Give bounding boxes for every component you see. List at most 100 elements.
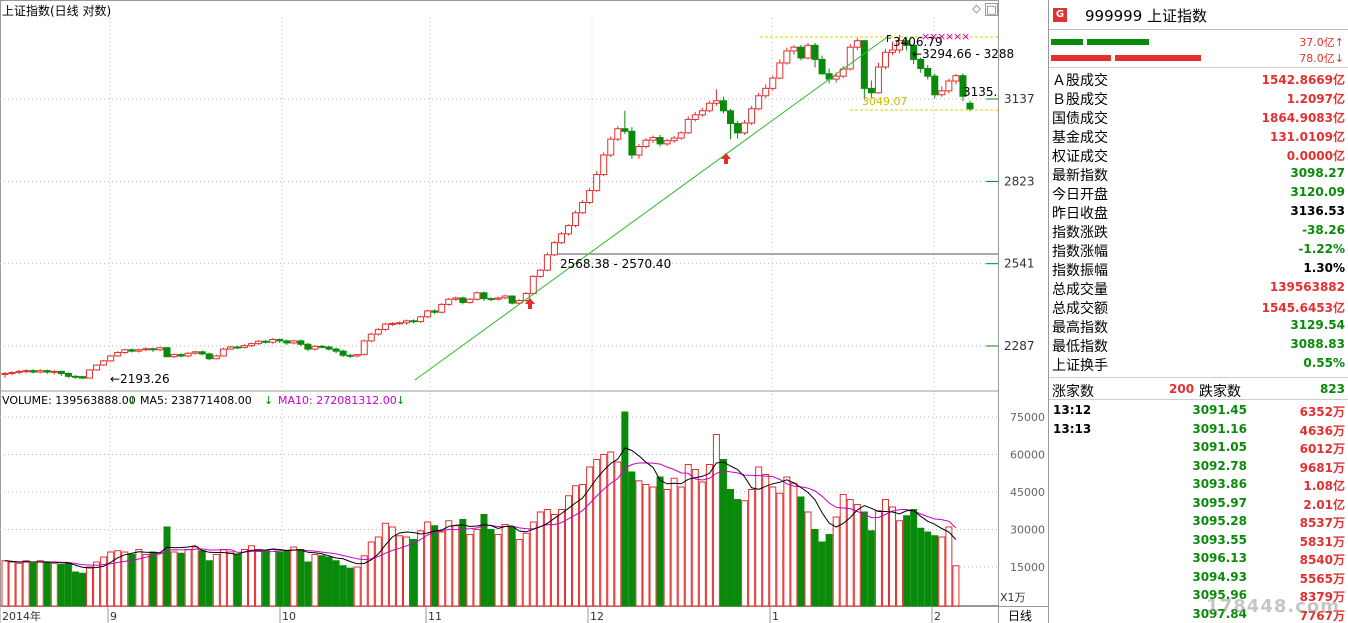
stat-row: 总成交量 139563882 (1049, 278, 1348, 298)
volume-bar (663, 489, 671, 607)
tick-price: 3091.05 (1192, 440, 1247, 454)
volume-bar (501, 524, 509, 607)
tick-row[interactable]: 3096.13 8540万 (1049, 549, 1348, 567)
volume-bar (128, 554, 136, 607)
tick-row[interactable]: 3094.93 5565万 (1049, 568, 1348, 586)
volume-bar (635, 480, 643, 607)
volume-legend-arrow: ↓ (128, 394, 137, 407)
volume-bar (191, 546, 199, 607)
last-annotation: 3135. (963, 85, 997, 99)
tick-row[interactable]: 13:13 3091.16 4636万 (1049, 420, 1348, 438)
volume-bar (402, 536, 410, 607)
volume-bar (818, 541, 826, 607)
price-axis-label: 2541 (1004, 257, 1035, 271)
candle-body (360, 340, 368, 356)
candle-body (191, 351, 199, 354)
maximize-icon[interactable]: □ (985, 3, 998, 16)
period-label: 日线 (1008, 609, 1032, 623)
kline-chart-area[interactable]: 3137 2823 2541 2287 75000 60000 45000 30000 1500… (0, 0, 1048, 623)
volume-bar (381, 522, 389, 607)
stat-value: 131.0109亿 (1269, 130, 1345, 144)
volume-axis-label: 75000 (1010, 411, 1045, 424)
stat-value: 1.2097亿 (1286, 92, 1345, 106)
tick-row[interactable]: 13:12 3091.45 6352万 (1049, 401, 1348, 419)
index-title: 999999 上证指数 (1085, 5, 1207, 26)
tick-volume: 1.08亿 (1303, 479, 1345, 493)
candle-body (205, 353, 213, 360)
volume-bar (156, 552, 164, 607)
volume-bar (579, 484, 587, 607)
volume-bar (459, 519, 467, 607)
candle-body (43, 370, 51, 373)
candle-body (473, 292, 481, 300)
price-axis-label: 2823 (1004, 174, 1035, 188)
candle-body (656, 137, 664, 145)
date-label: 10 (282, 610, 296, 623)
volume-bar (64, 562, 72, 607)
volume-axis-label: 15000 (1010, 561, 1045, 574)
candle-body (22, 370, 30, 373)
candle-body (8, 371, 16, 374)
candle-body (579, 201, 587, 214)
volume-bar (339, 565, 347, 607)
volume-bar (889, 506, 897, 607)
candle-body (128, 349, 136, 352)
volume-bar (741, 500, 749, 607)
candle-body (663, 140, 671, 145)
candle-body (135, 349, 143, 352)
stat-row: 最低指数 3088.83 (1049, 335, 1348, 355)
tick-row[interactable]: 3095.97 2.01亿 (1049, 494, 1348, 512)
tick-row[interactable]: 3093.86 1.08亿 (1049, 475, 1348, 493)
tick-row[interactable]: 3091.05 6012万 (1049, 438, 1348, 456)
tick-price: 3091.45 (1192, 403, 1247, 417)
candle-body (388, 322, 396, 325)
candle-body (945, 80, 953, 92)
market-badge[interactable]: G (1053, 8, 1067, 22)
tick-volume: 8540万 (1299, 553, 1345, 567)
volume-bar (487, 529, 495, 607)
volume-bar (57, 564, 65, 607)
volume-bar (255, 549, 263, 607)
stat-row: Ａ股成交 1542.8669亿 (1049, 69, 1348, 89)
volume-bar (177, 552, 185, 607)
candle-body (100, 360, 108, 366)
stat-label: 今日开盘 (1052, 187, 1108, 203)
volume-bar (642, 484, 650, 607)
volume-axis-label: 30000 (1010, 524, 1045, 537)
tick-row[interactable]: 3095.28 8537万 (1049, 512, 1348, 530)
candle-body (529, 275, 537, 294)
candle-body (769, 77, 777, 89)
candle-body (149, 348, 157, 351)
tick-volume: 6012万 (1299, 442, 1345, 456)
volume-bar (776, 492, 784, 607)
stat-row: 指数振幅 1.30% (1049, 259, 1348, 279)
volume-bar (8, 561, 16, 607)
candle-body (212, 355, 220, 360)
tick-row[interactable]: 3092.78 9681万 (1049, 457, 1348, 475)
down-count: 823 (1319, 382, 1345, 396)
volume-bar (804, 511, 812, 607)
volume-bar (71, 571, 79, 607)
tick-price: 3092.78 (1192, 458, 1247, 473)
candle-body (170, 354, 178, 358)
candle-body (50, 370, 58, 373)
volume-bar (952, 565, 960, 607)
outflow-bar-2 (1115, 55, 1201, 61)
kline-chart[interactable]: 3137 2823 2541 2287 75000 60000 45000 30000 1500… (0, 0, 1048, 623)
candle-body (417, 316, 425, 322)
volume-bar (684, 464, 692, 607)
candle-body (233, 346, 241, 349)
stat-row: 昨日收盘 3136.53 (1049, 202, 1348, 222)
restore-icon[interactable]: ◇ (970, 3, 983, 16)
ma10-legend-arrow: ↓ (396, 394, 405, 407)
price-axis-label: 2287 (1004, 339, 1035, 353)
candle-body (487, 298, 495, 301)
tick-row[interactable]: 3093.55 5831万 (1049, 531, 1348, 549)
candle-body (748, 108, 756, 124)
candle-body (952, 75, 960, 82)
date-label: 12 (590, 610, 604, 623)
volume-bar (790, 482, 798, 607)
volume-bar (395, 535, 403, 607)
candle-body (924, 67, 932, 77)
candle-body (867, 87, 875, 94)
